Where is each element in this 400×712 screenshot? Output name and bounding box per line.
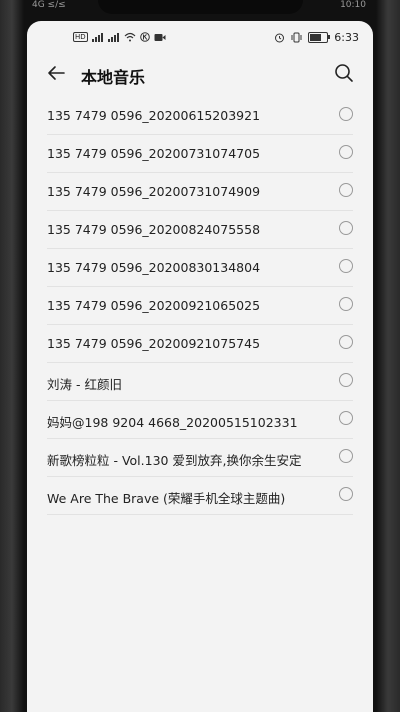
song-name: 刘涛 - 红颜旧 — [47, 377, 122, 392]
song-name: 135 7479 0596_20200731074705 — [47, 146, 261, 161]
list-item[interactable]: 135 7479 0596_20200921075745 — [47, 325, 353, 363]
page-title: 本地音乐 — [81, 68, 146, 87]
song-name: 妈妈@198 9204 4668_20200515102331 — [47, 415, 298, 430]
select-radio[interactable] — [339, 449, 353, 463]
status-right: 6:33 — [274, 31, 359, 44]
list-item[interactable]: We Are The Brave (荣耀手机全球主题曲) — [47, 477, 353, 515]
signal-icon — [91, 32, 104, 42]
back-button[interactable] — [43, 60, 69, 86]
song-list: 135 7479 0596_20200615203921 135 7479 059… — [27, 97, 373, 515]
alarm-icon — [275, 33, 285, 43]
list-item[interactable]: 135 7479 0596_20200731074705 — [47, 135, 353, 173]
select-radio[interactable] — [339, 487, 353, 501]
list-item[interactable]: 新歌榜粒粒 - Vol.130 爱到放弃,换你余生安定 — [47, 439, 353, 477]
song-name: 新歌榜粒粒 - Vol.130 爱到放弃,换你余生安定 — [47, 453, 302, 468]
outer-status-left: 4G ≤/≤ — [32, 0, 66, 10]
song-name: 135 7479 0596_20200830134804 — [47, 260, 261, 275]
search-icon — [335, 64, 353, 82]
search-button[interactable] — [331, 60, 357, 86]
song-name: 135 7479 0596_20200615203921 — [47, 108, 261, 123]
status-time: 6:33 — [334, 31, 359, 44]
song-name: 135 7479 0596_20200824075558 — [47, 222, 261, 237]
phone-screen: HD 6:33 本地音乐 135 7479 0596_2020061520392… — [27, 21, 373, 712]
list-item[interactable]: 刘涛 - 红颜旧 — [47, 363, 353, 401]
k-icon — [139, 32, 150, 42]
select-radio[interactable] — [339, 411, 353, 425]
signal-icon — [107, 32, 120, 42]
back-arrow-icon — [48, 66, 65, 80]
status-bar: HD 6:33 — [27, 21, 373, 55]
phone-frame: 4G ≤/≤ 10:10 HD 6:33 本地音乐 135 7479 0596_… — [0, 0, 400, 712]
list-item[interactable]: 135 7479 0596_20200731074909 — [47, 173, 353, 211]
select-radio[interactable] — [339, 183, 353, 197]
select-radio[interactable] — [339, 373, 353, 387]
list-item[interactable]: 135 7479 0596_20200615203921 — [47, 97, 353, 135]
list-item[interactable]: 135 7479 0596_20200824075558 — [47, 211, 353, 249]
select-radio[interactable] — [339, 145, 353, 159]
app-bar: 本地音乐 — [27, 55, 373, 97]
list-item[interactable]: 135 7479 0596_20200830134804 — [47, 249, 353, 287]
hd-icon: HD — [73, 32, 88, 42]
select-radio[interactable] — [339, 259, 353, 273]
select-radio[interactable] — [339, 335, 353, 349]
select-radio[interactable] — [339, 107, 353, 121]
song-name: 135 7479 0596_20200921075745 — [47, 336, 261, 351]
song-name: 135 7479 0596_20200731074909 — [47, 184, 261, 199]
select-radio[interactable] — [339, 297, 353, 311]
wifi-icon — [124, 32, 136, 42]
song-name: 135 7479 0596_20200921065025 — [47, 298, 261, 313]
outer-status-time: 10:10 — [340, 0, 366, 10]
status-left: HD — [73, 32, 166, 42]
vibrate-icon — [291, 32, 302, 43]
song-name: We Are The Brave (荣耀手机全球主题曲) — [47, 491, 286, 506]
video-icon — [154, 33, 166, 41]
list-item[interactable]: 135 7479 0596_20200921065025 — [47, 287, 353, 325]
select-radio[interactable] — [339, 221, 353, 235]
camera-notch — [98, 0, 303, 14]
list-item[interactable]: 妈妈@198 9204 4668_20200515102331 — [47, 401, 353, 439]
battery-icon — [308, 32, 331, 43]
